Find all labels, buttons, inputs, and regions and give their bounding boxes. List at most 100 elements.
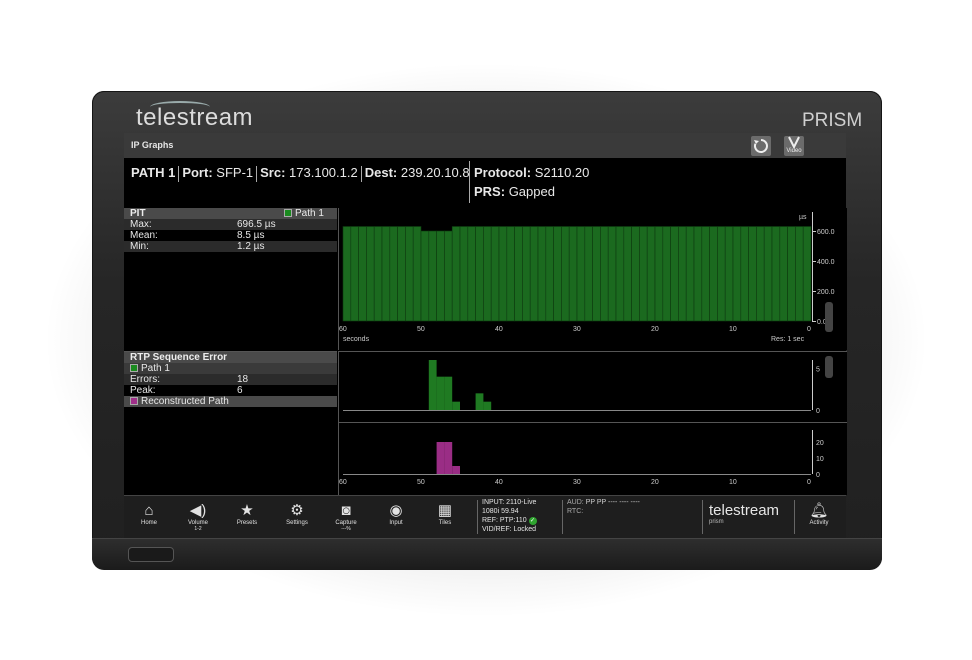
dest-key: Dest: <box>364 165 398 180</box>
reset-button[interactable] <box>751 136 771 156</box>
pit-x-tick-label: 30 <box>573 326 581 333</box>
brand-logo: telestream <box>136 104 254 131</box>
input-button[interactable]: ◉ Input <box>375 502 417 526</box>
rtp-graph: 5 0 20 10 0 60 50 40 30 20 10 0 <box>338 351 847 495</box>
reconstructed-y-axis <box>812 430 813 474</box>
legend-swatch-icon <box>130 364 138 373</box>
pit-bar <box>623 226 632 322</box>
video-button[interactable]: Video <box>784 136 804 156</box>
pit-y-tick-label: 400.0 <box>817 259 835 266</box>
rtp-row-peak: Peak: 6 <box>130 385 243 396</box>
audio-status: AUD: PP PP ---- ---- ---- RTC: <box>567 499 640 515</box>
pit-bar <box>584 226 593 322</box>
pit-bar <box>763 226 773 322</box>
port-key: Port: <box>182 165 213 180</box>
tiles-icon: ▦ <box>437 502 453 519</box>
pit-bar <box>607 226 617 322</box>
scrollbar-thumb <box>825 356 833 378</box>
rtp-x-tick-label: 40 <box>495 479 503 486</box>
dest-value: 239.20.10.8 <box>400 165 470 180</box>
pit-title: PIT Path 1 <box>124 208 337 219</box>
pit-bar <box>771 226 781 322</box>
pit-bar <box>732 226 742 322</box>
pit-row-max: Max: 696.5 µs <box>124 219 337 230</box>
rtp-bar <box>428 360 437 410</box>
settings-button[interactable]: ⚙ Settings <box>276 502 318 526</box>
pit-chart: 600.0400.0200.00.0µs60 50 40 30 20 10 0seconds… <box>339 212 835 343</box>
reconstructed-bar <box>436 442 445 474</box>
pit-bar <box>646 226 656 322</box>
activity-button[interactable]: 🔔︎ Activity <box>798 502 840 526</box>
pit-bar <box>717 226 726 322</box>
pit-bar <box>748 226 757 322</box>
sd-card-slot <box>128 547 174 562</box>
pit-x-tick-label: 10 <box>729 326 737 333</box>
pit-bar <box>631 226 640 322</box>
pit-bar <box>506 226 515 322</box>
pit-res-label: Res: 1 sec <box>771 336 805 343</box>
pit-bar <box>358 226 367 322</box>
pit-bar <box>561 226 570 322</box>
title-bar: IP Graphs Video <box>124 133 846 158</box>
rtp-bar <box>475 393 484 410</box>
pit-y-tick <box>812 321 816 322</box>
home-icon: ⌂ <box>144 502 154 519</box>
pit-legend[interactable]: Path 1 <box>284 208 324 219</box>
divider <box>794 500 795 534</box>
presets-button[interactable]: ★ Presets <box>226 502 268 526</box>
path-header: PATH 1 Port: SFP-1 Src: 173.100.1.2 Dest: 2… <box>124 159 846 207</box>
pit-bar <box>428 230 437 322</box>
rtp-bar <box>452 401 460 410</box>
rtp-x-tick-label: 20 <box>651 479 659 486</box>
pit-bar <box>420 230 430 322</box>
pit-bar <box>498 226 508 322</box>
pit-x-tick-label: 60 <box>339 326 347 333</box>
pit-bar <box>490 226 500 322</box>
footer-logo: telestream prism <box>709 502 780 525</box>
pit-bar <box>740 226 749 322</box>
check-icon: ✓ <box>528 517 537 525</box>
pit-legend-label: Path 1 <box>295 208 324 219</box>
pit-y-tick <box>812 291 816 292</box>
pit-bar <box>568 226 578 322</box>
rtp-bar <box>444 376 453 410</box>
pit-bar <box>381 226 391 322</box>
pit-bar <box>397 226 406 322</box>
pit-y-tick <box>812 231 816 232</box>
pit-bar <box>475 226 484 322</box>
pit-bar <box>724 226 734 322</box>
pit-row-mean: Mean: 8.5 µs <box>130 230 265 241</box>
volume-button[interactable]: ◀) Volume 1-2 <box>177 502 219 532</box>
pit-bar <box>545 226 554 322</box>
pit-unit-label: µs <box>799 214 807 221</box>
tiles-button[interactable]: ▦ Tiles <box>424 502 466 526</box>
pit-title-text: PIT <box>130 208 146 219</box>
rtp-y-axis <box>812 360 813 410</box>
pit-bar <box>412 226 422 322</box>
path-label: PATH 1 <box>131 165 176 180</box>
capture-button[interactable]: ◙ Capture ---% <box>325 502 367 532</box>
rtp-legend-reconstructed[interactable]: Reconstructed Path <box>124 396 337 407</box>
reconstructed-y-tick-label: 10 <box>816 456 824 463</box>
rtp-x-tick-label: 60 <box>339 479 347 486</box>
pit-bar <box>592 226 601 322</box>
rtp-x-tick-label: 30 <box>573 479 581 486</box>
device-base <box>92 538 882 570</box>
rtp-x-tick-label: 0 <box>807 479 811 486</box>
model-name: PRISM <box>802 110 863 131</box>
prs-key: PRS: <box>474 184 506 199</box>
src-key: Src: <box>260 165 286 180</box>
pit-y-tick-label: 200.0 <box>817 289 835 296</box>
rtp-divider <box>339 422 847 423</box>
home-button[interactable]: ⌂ Home <box>128 502 170 526</box>
pit-bar <box>576 226 586 322</box>
rtp-row-errors: Errors: 18 <box>124 374 337 385</box>
pit-bar <box>787 226 796 322</box>
video-button-label: Video <box>786 148 802 154</box>
pit-bar <box>709 226 718 322</box>
volume-icon: ◀) <box>189 502 207 519</box>
input-status: INPUT: 2110-Live 1080i 59.94 REF: PTP:11… <box>482 499 537 533</box>
rtp-legend-path1[interactable]: Path 1 <box>124 363 337 374</box>
pit-y-tick <box>812 261 816 262</box>
pit-bar <box>639 226 648 322</box>
